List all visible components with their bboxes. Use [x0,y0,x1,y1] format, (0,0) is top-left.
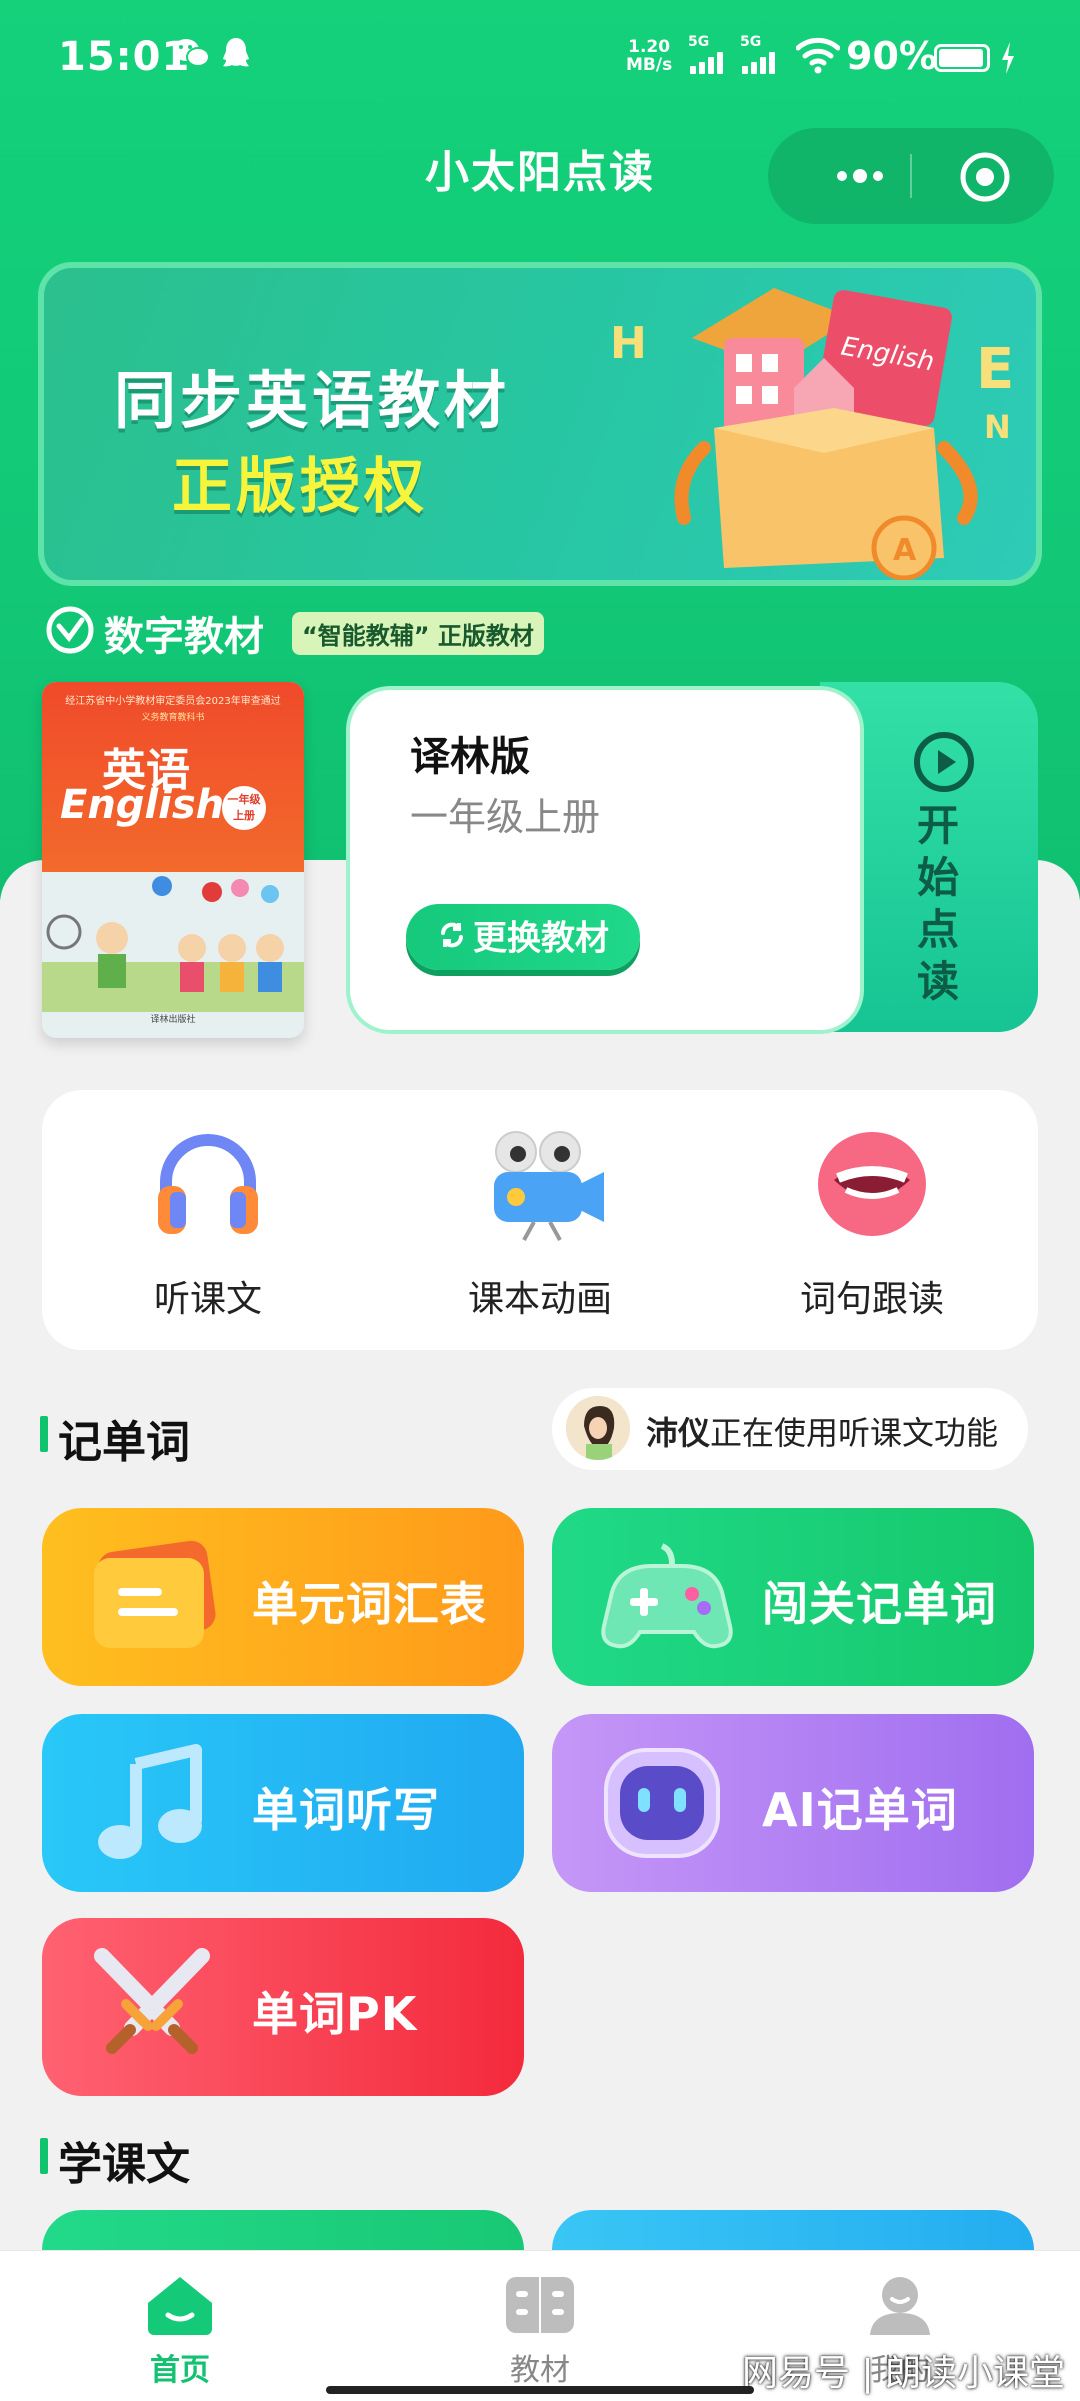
sim2-label: 5G [740,34,762,50]
live-activity-message: 正在使用听课文功能 [710,1414,999,1452]
capsule-divider [910,154,912,198]
net-speed-value: 1.20 [628,37,671,57]
lesson-section-title: 学课文 [58,2139,190,2190]
gamepad-icon [592,1532,733,1662]
nav-item-home[interactable]: 首页 [0,2251,360,2401]
tile-unit-vocabulary[interactable]: 单元词汇表 [42,1508,524,1686]
status-time: 15:01 [58,34,191,80]
user-icon [862,2273,938,2337]
cover-grade-badge: 一年级 上册 [222,786,266,830]
change-textbook-button[interactable]: 更换教材 [406,904,640,970]
nav-item-home-label: 首页 [150,2353,210,2388]
tile-level-words-label: 闯关记单词 [762,1577,997,1631]
music-note-icon [82,1738,222,1868]
live-user-name: 沛仪 [646,1414,711,1452]
charging-icon [1000,40,1016,80]
home-icon [142,2273,218,2337]
qq-icon [220,36,256,72]
tile-ai-words-label: AI记单词 [762,1783,958,1837]
robot-icon [592,1738,732,1868]
banner-letter-e: E [976,337,1014,402]
cover-series-line: 义务教育教科书 [141,713,205,723]
gift-box-illustration: H E N English A [610,288,1014,580]
live-activity-pill: 沛仪正在使用听课文功能 [552,1388,1028,1470]
section-accent-bar [40,2138,48,2174]
textbook-cover[interactable]: 经江苏省中小学教材审定委员会2023年审查通过 义务教育教科书 英语 Engli… [42,682,304,1038]
promo-banner[interactable]: 同步英语教材 正版授权 H E N English A [38,262,1042,586]
sim1-label: 5G [688,34,710,50]
tile-dictation[interactable]: 单词听写 [42,1714,524,1892]
cover-title-en: English [60,782,225,828]
tile-word-pk[interactable]: 单词PK [42,1918,524,2096]
feature-animation-label: 课本动画 [467,1279,612,1320]
tile-ai-words[interactable]: AI记单词 [552,1714,1034,1892]
digital-material-tag: “智能教辅” 正版教材 [292,612,544,655]
refresh-icon [437,906,467,972]
camera-icon [480,1124,604,1244]
tile-unit-vocabulary-label: 单元词汇表 [252,1577,487,1631]
close-mini-program-icon[interactable] [958,150,1012,208]
battery-percent: 90% [846,34,937,78]
wifi-icon [795,36,841,78]
cover-illustration [42,876,304,1012]
battery-icon [934,44,990,72]
feature-animation[interactable]: 课本动画 [374,1090,706,1350]
book-icon [502,2273,578,2337]
change-textbook-label: 更换教材 [473,918,609,959]
textbook-edition-card: 译林版 一年级上册 更换教材 [350,690,860,1030]
tile-word-pk-label: 单词PK [252,1987,418,2041]
feature-listen-text-label: 听课文 [153,1279,262,1320]
banner-subtitle: 正版授权 [172,452,428,522]
digital-check-icon [44,604,96,660]
tile-level-words[interactable]: 闯关记单词 [552,1508,1034,1686]
watermark: 网易号 | 朗读小课堂 [742,2353,1066,2394]
live-activity-text: 沛仪正在使用听课文功能 [646,1408,998,1454]
crossed-swords-icon [82,1942,222,2072]
digital-material-label: 数字教材 [104,614,264,660]
feature-panel: 听课文 课本动画 词句跟读 [42,1090,1038,1350]
lips-icon [812,1124,932,1244]
cover-footer: 译林出版社 [150,1015,196,1025]
banner-coin-letter: A [893,533,917,568]
home-indicator[interactable] [326,2386,754,2394]
headphones-icon [148,1124,268,1244]
cover-publisher-line: 经江苏省中小学教材审定委员会2023年审查通过 [65,696,281,707]
textbook-edition: 译林版 [410,734,530,780]
card-icon [82,1532,222,1662]
start-reading-label: 开始点读 [916,801,959,1006]
banner-letter-n: N [984,408,1011,446]
nav-item-textbook[interactable]: 教材 [360,2251,720,2401]
more-icon[interactable] [812,154,908,198]
net-speed-unit: MB/s [626,55,673,75]
mini-program-capsule [768,128,1054,224]
banner-title: 同步英语教材 [114,364,511,437]
wechat-icon [172,36,210,72]
feature-listen-text[interactable]: 听课文 [42,1090,374,1350]
feature-follow-read[interactable]: 词句跟读 [706,1090,1038,1350]
avatar [566,1396,630,1460]
section-accent-bar [40,1416,48,1452]
feature-follow-read-label: 词句跟读 [799,1279,944,1320]
status-bar: 15:01 1.20 MB/s 5G 5G 90% [0,0,1080,120]
tile-dictation-label: 单词听写 [252,1783,440,1837]
net-speed: 1.20 MB/s [626,38,672,74]
textbook-grade: 一年级上册 [410,795,601,839]
vocab-section-title: 记单词 [58,1417,190,1468]
nav-item-textbook-label: 教材 [510,2353,570,2388]
banner-letter-h: H [610,318,647,369]
play-icon [912,730,976,798]
